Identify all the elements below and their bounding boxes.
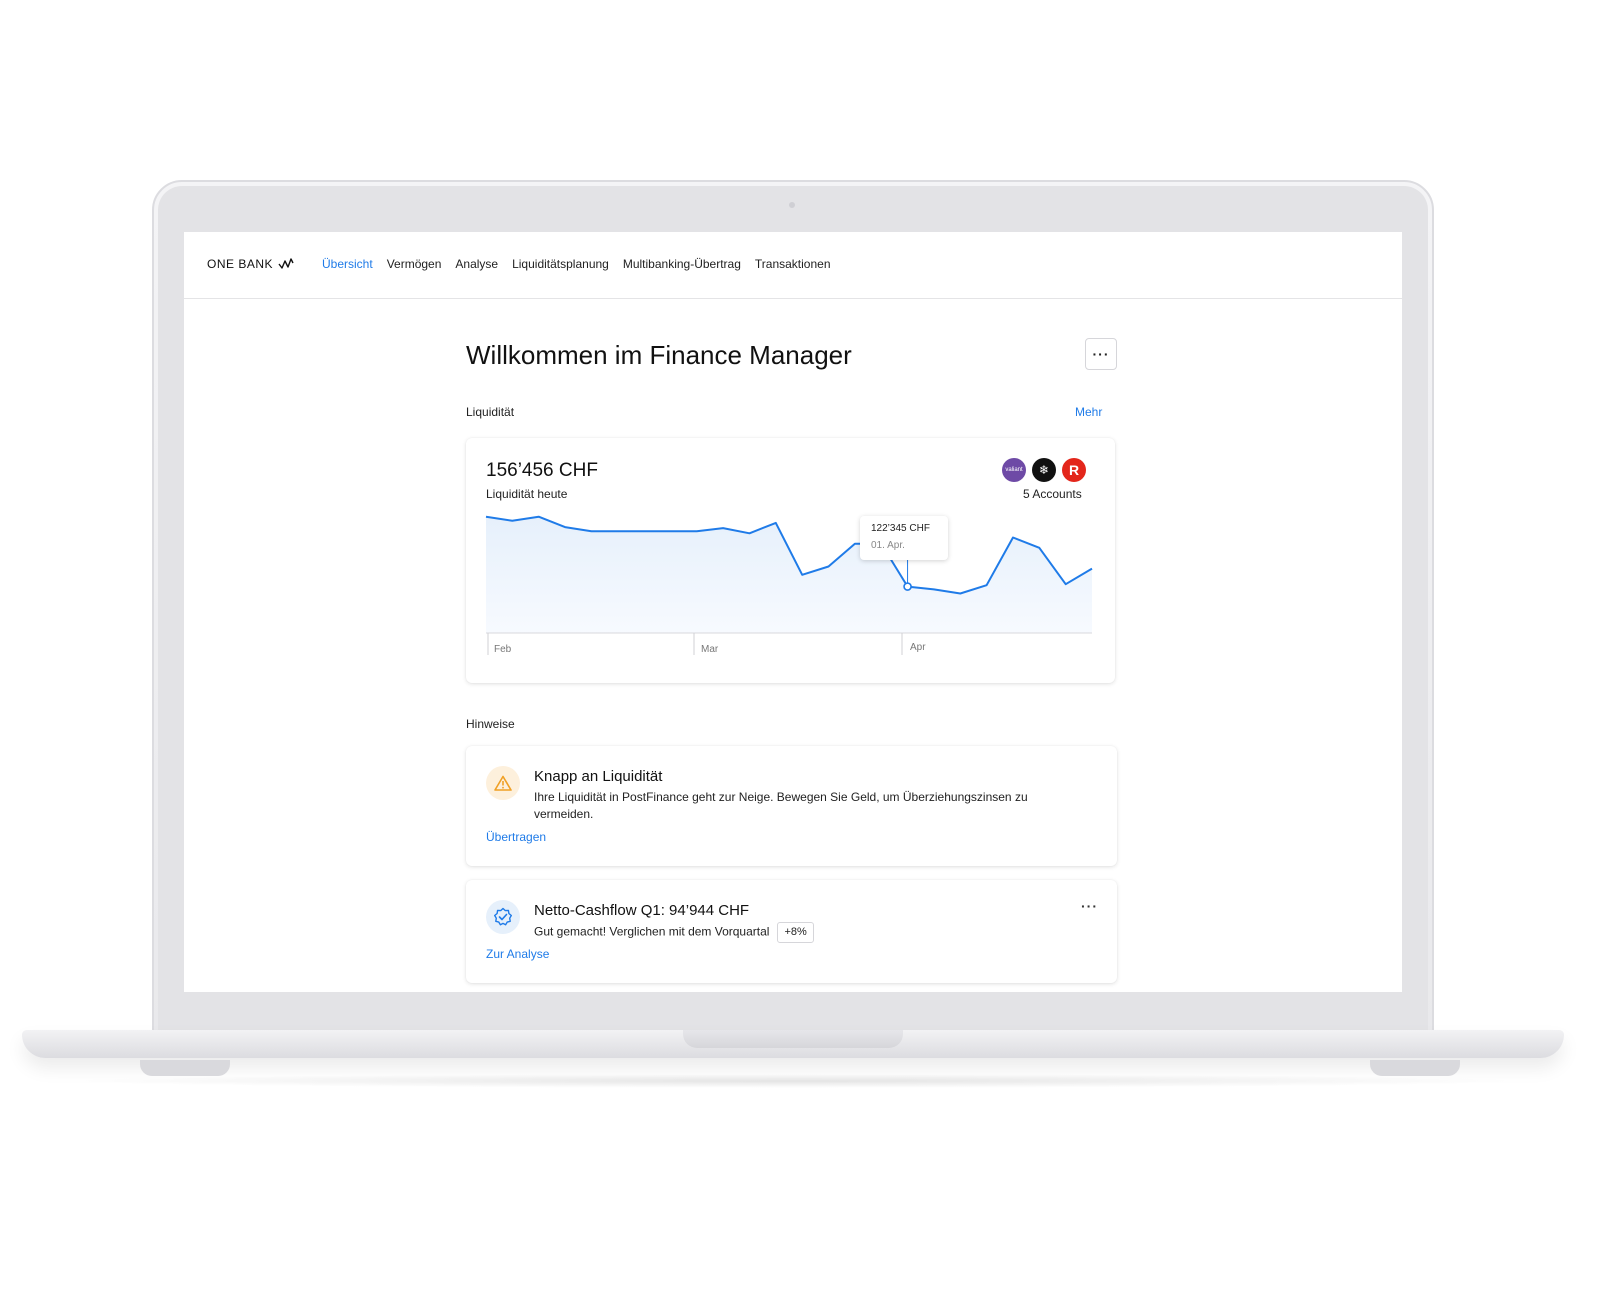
laptop-notch — [683, 1030, 903, 1048]
brand-logo[interactable]: ONE BANK — [207, 257, 294, 271]
tooltip-date: 01. Apr. — [871, 540, 905, 551]
laptop-foot-right — [1370, 1060, 1460, 1076]
x-tick-label: Feb — [494, 644, 512, 655]
hint-text: Ihre Liquidität in PostFinance geht zur … — [534, 790, 1028, 821]
raiffeisen-logo-icon: R — [1062, 458, 1086, 482]
bank-logos: valiant ❄ R — [1002, 458, 1086, 482]
top-nav: ONE BANK Übersicht Vermögen Analyse Liqu… — [184, 232, 1402, 299]
nav-tab-liquiditaetsplanung[interactable]: Liquiditätsplanung — [512, 257, 609, 271]
verified-badge-icon — [486, 900, 520, 934]
brand-name: ONE BANK — [207, 257, 274, 271]
nav-tab-transaktionen[interactable]: Transaktionen — [755, 257, 831, 271]
nav-tab-vermoegen[interactable]: Vermögen — [387, 257, 442, 271]
waveform-icon — [278, 258, 294, 269]
liquidity-section-label: Liquidität — [466, 405, 515, 419]
page-more-button[interactable]: ··· — [1085, 338, 1117, 370]
hint-title: Netto-Cashflow Q1: 94’944 CHF — [534, 902, 750, 919]
more-icon: ··· — [1092, 346, 1110, 362]
transfer-link[interactable]: Übertragen — [486, 830, 546, 844]
laptop-chin — [158, 992, 1428, 1032]
chart-highlight-point[interactable] — [903, 582, 912, 591]
hint-card-liquidity: Knapp an Liquidität Ihre Liquidität in P… — [466, 746, 1117, 866]
snowflake-bank-logo-icon: ❄ — [1032, 458, 1056, 482]
valiant-logo-icon: valiant — [1002, 458, 1026, 482]
camera-dot — [789, 202, 795, 208]
liquidity-card: 156’456 CHF Liquidität heute valiant ❄ R… — [466, 438, 1115, 683]
hint-card-cashflow: Netto-Cashflow Q1: 94’944 CHF Gut gemach… — [466, 880, 1117, 983]
chart-tooltip: 122’345 CHF 01. Apr. — [860, 516, 948, 560]
x-tick-label: Mar — [701, 644, 719, 655]
liquidity-more-link[interactable]: Mehr — [1075, 405, 1102, 419]
tooltip-value: 122’345 CHF — [871, 523, 930, 534]
change-badge: +8% — [777, 922, 814, 943]
page-title: Willkommen im Finance Manager — [466, 340, 852, 370]
laptop-foot-left — [140, 1060, 230, 1076]
x-tick-label: Apr — [910, 642, 926, 653]
nav-tab-analyse[interactable]: Analyse — [455, 257, 498, 271]
hint-text: Gut gemacht! Verglichen mit dem Vorquart… — [534, 924, 770, 939]
liquidity-amount: 156’456 CHF — [486, 460, 598, 481]
liquidity-caption: Liquidität heute — [486, 487, 568, 501]
nav-tab-uebersicht[interactable]: Übersicht — [322, 257, 373, 271]
hints-section-label: Hinweise — [466, 717, 515, 731]
hint-title: Knapp an Liquidität — [534, 768, 663, 785]
hint-text-row: Gut gemacht! Verglichen mit dem Vorquart… — [534, 922, 1074, 943]
laptop-shadow — [60, 1074, 1530, 1088]
card-more-button[interactable]: ··· — [1081, 898, 1098, 914]
app-screen: ONE BANK Übersicht Vermögen Analyse Liqu… — [184, 232, 1402, 992]
accounts-count: 5 Accounts — [1023, 487, 1082, 501]
nav-tab-multibanking[interactable]: Multibanking-Übertrag — [623, 257, 741, 271]
nav-links: Übersicht Vermögen Analyse Liquiditätspl… — [322, 257, 831, 271]
warning-icon — [486, 766, 520, 800]
analysis-link[interactable]: Zur Analyse — [486, 947, 549, 961]
chart-area-fill — [486, 516, 1092, 633]
